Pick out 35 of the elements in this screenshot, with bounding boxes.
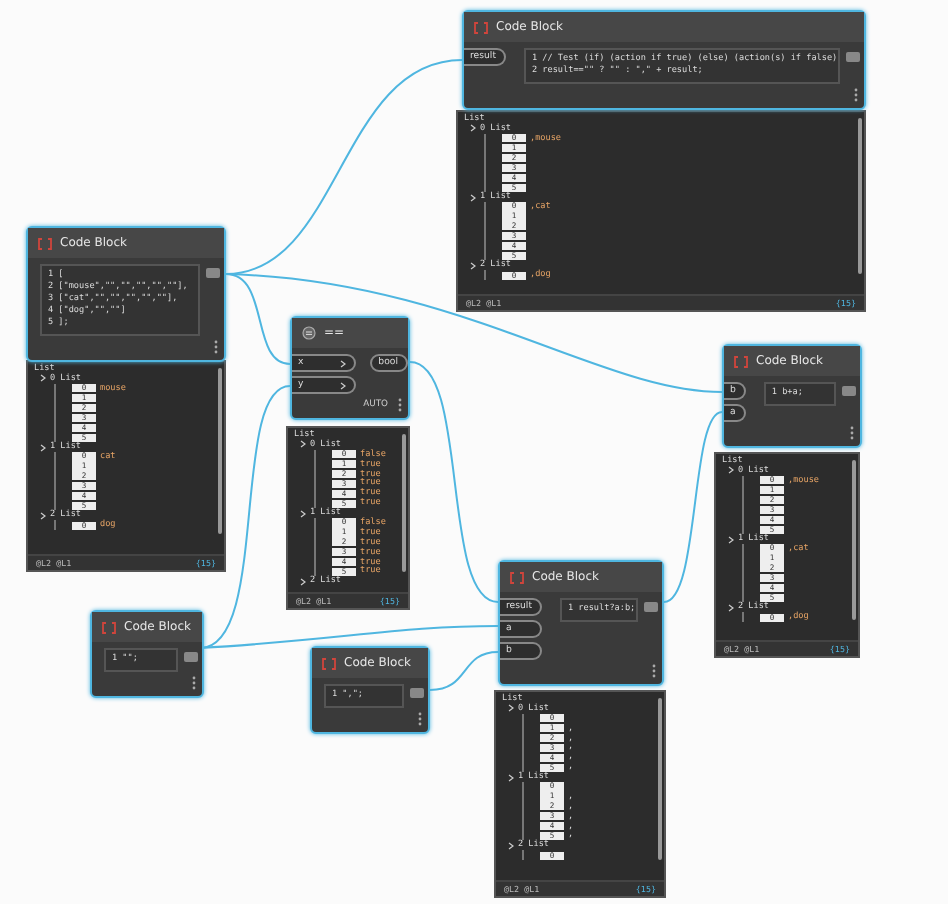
scrollbar[interactable] <box>402 434 406 572</box>
scrollbar[interactable] <box>658 698 662 860</box>
scrollbar[interactable] <box>852 460 856 620</box>
output-port[interactable] <box>206 268 220 278</box>
caret-icon <box>470 124 476 133</box>
caret-icon <box>40 374 46 383</box>
output-port[interactable] <box>842 386 856 396</box>
scrollbar[interactable] <box>218 368 222 534</box>
code-block-icon <box>102 621 116 633</box>
caret-icon <box>40 443 46 452</box>
caret-icon <box>508 773 514 782</box>
caret-icon <box>300 577 306 586</box>
caret-icon <box>300 509 306 518</box>
output-port[interactable] <box>644 602 658 612</box>
scrollbar[interactable] <box>858 118 862 274</box>
output-port[interactable] <box>410 688 424 698</box>
code-block-icon <box>474 21 488 33</box>
caret-icon <box>728 466 734 475</box>
caret-icon <box>508 841 514 850</box>
caret-icon <box>728 535 734 544</box>
code-block-icon <box>38 237 52 249</box>
code-block-icon <box>734 355 748 367</box>
output-port[interactable] <box>846 52 860 62</box>
caret-icon <box>470 261 476 270</box>
caret-icon <box>728 603 734 612</box>
caret-icon <box>340 359 346 367</box>
code-block-icon <box>510 571 524 583</box>
caret-icon <box>40 511 46 520</box>
code-block-icon <box>322 657 336 669</box>
caret-icon <box>470 193 476 202</box>
function-icon <box>302 326 316 340</box>
caret-icon <box>340 381 346 389</box>
caret-icon <box>508 704 514 713</box>
caret-icon <box>300 440 306 449</box>
output-port[interactable] <box>184 652 198 662</box>
